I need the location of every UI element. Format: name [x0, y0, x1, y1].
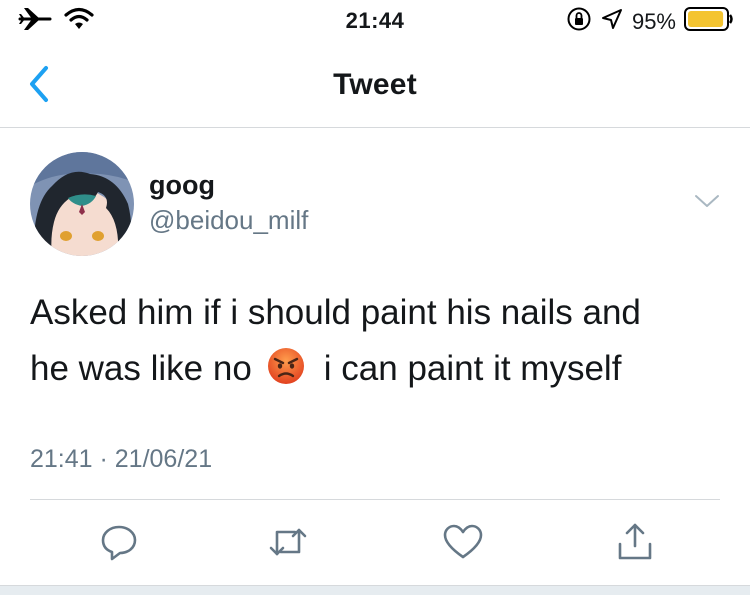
heart-icon: [443, 524, 483, 559]
like-button[interactable]: [440, 522, 486, 562]
avatar[interactable]: [30, 152, 134, 256]
status-bar: 21:44 95%: [0, 0, 750, 44]
tweet-timestamp[interactable]: 21:41 · 21/06/21: [30, 445, 212, 474]
battery-percent: 95%: [631, 8, 676, 34]
chevron-down-icon: [695, 195, 719, 207]
angry-face-emoji: [266, 346, 314, 386]
divider: [30, 499, 720, 500]
tweet-text-line-1: Asked him if i should paint his nails an…: [30, 293, 641, 332]
bottom-strip: [0, 585, 750, 595]
tweet-text-before-emoji: he was like no: [30, 349, 252, 388]
user-handle: @beidou_milf: [149, 205, 309, 235]
share-icon: [618, 523, 652, 560]
tweet-text-line-2: he was like no i can paint it myself: [30, 341, 730, 397]
tweet-text-after-emoji: i can paint it myself: [323, 349, 622, 388]
avatar-image: [30, 152, 134, 256]
reply-icon: [101, 525, 137, 561]
reply-button[interactable]: [96, 522, 142, 562]
share-button[interactable]: [612, 522, 658, 562]
retweet-icon: [269, 528, 307, 556]
battery-icon: [684, 6, 734, 37]
tweet-text: Asked him if i should paint his nails an…: [30, 285, 730, 397]
display-name[interactable]: goog: [149, 170, 215, 201]
status-right: 95%: [566, 6, 734, 37]
orientation-lock-icon: [566, 6, 592, 37]
more-options-button[interactable]: [690, 188, 724, 214]
page-title: Tweet: [333, 68, 417, 101]
navigation-bar: Tweet: [0, 44, 750, 128]
location-icon: [600, 7, 624, 36]
retweet-button[interactable]: [265, 522, 311, 562]
tweet-screen: 21:44 95% Tweet goog @beidou_milf Asked …: [0, 0, 750, 595]
